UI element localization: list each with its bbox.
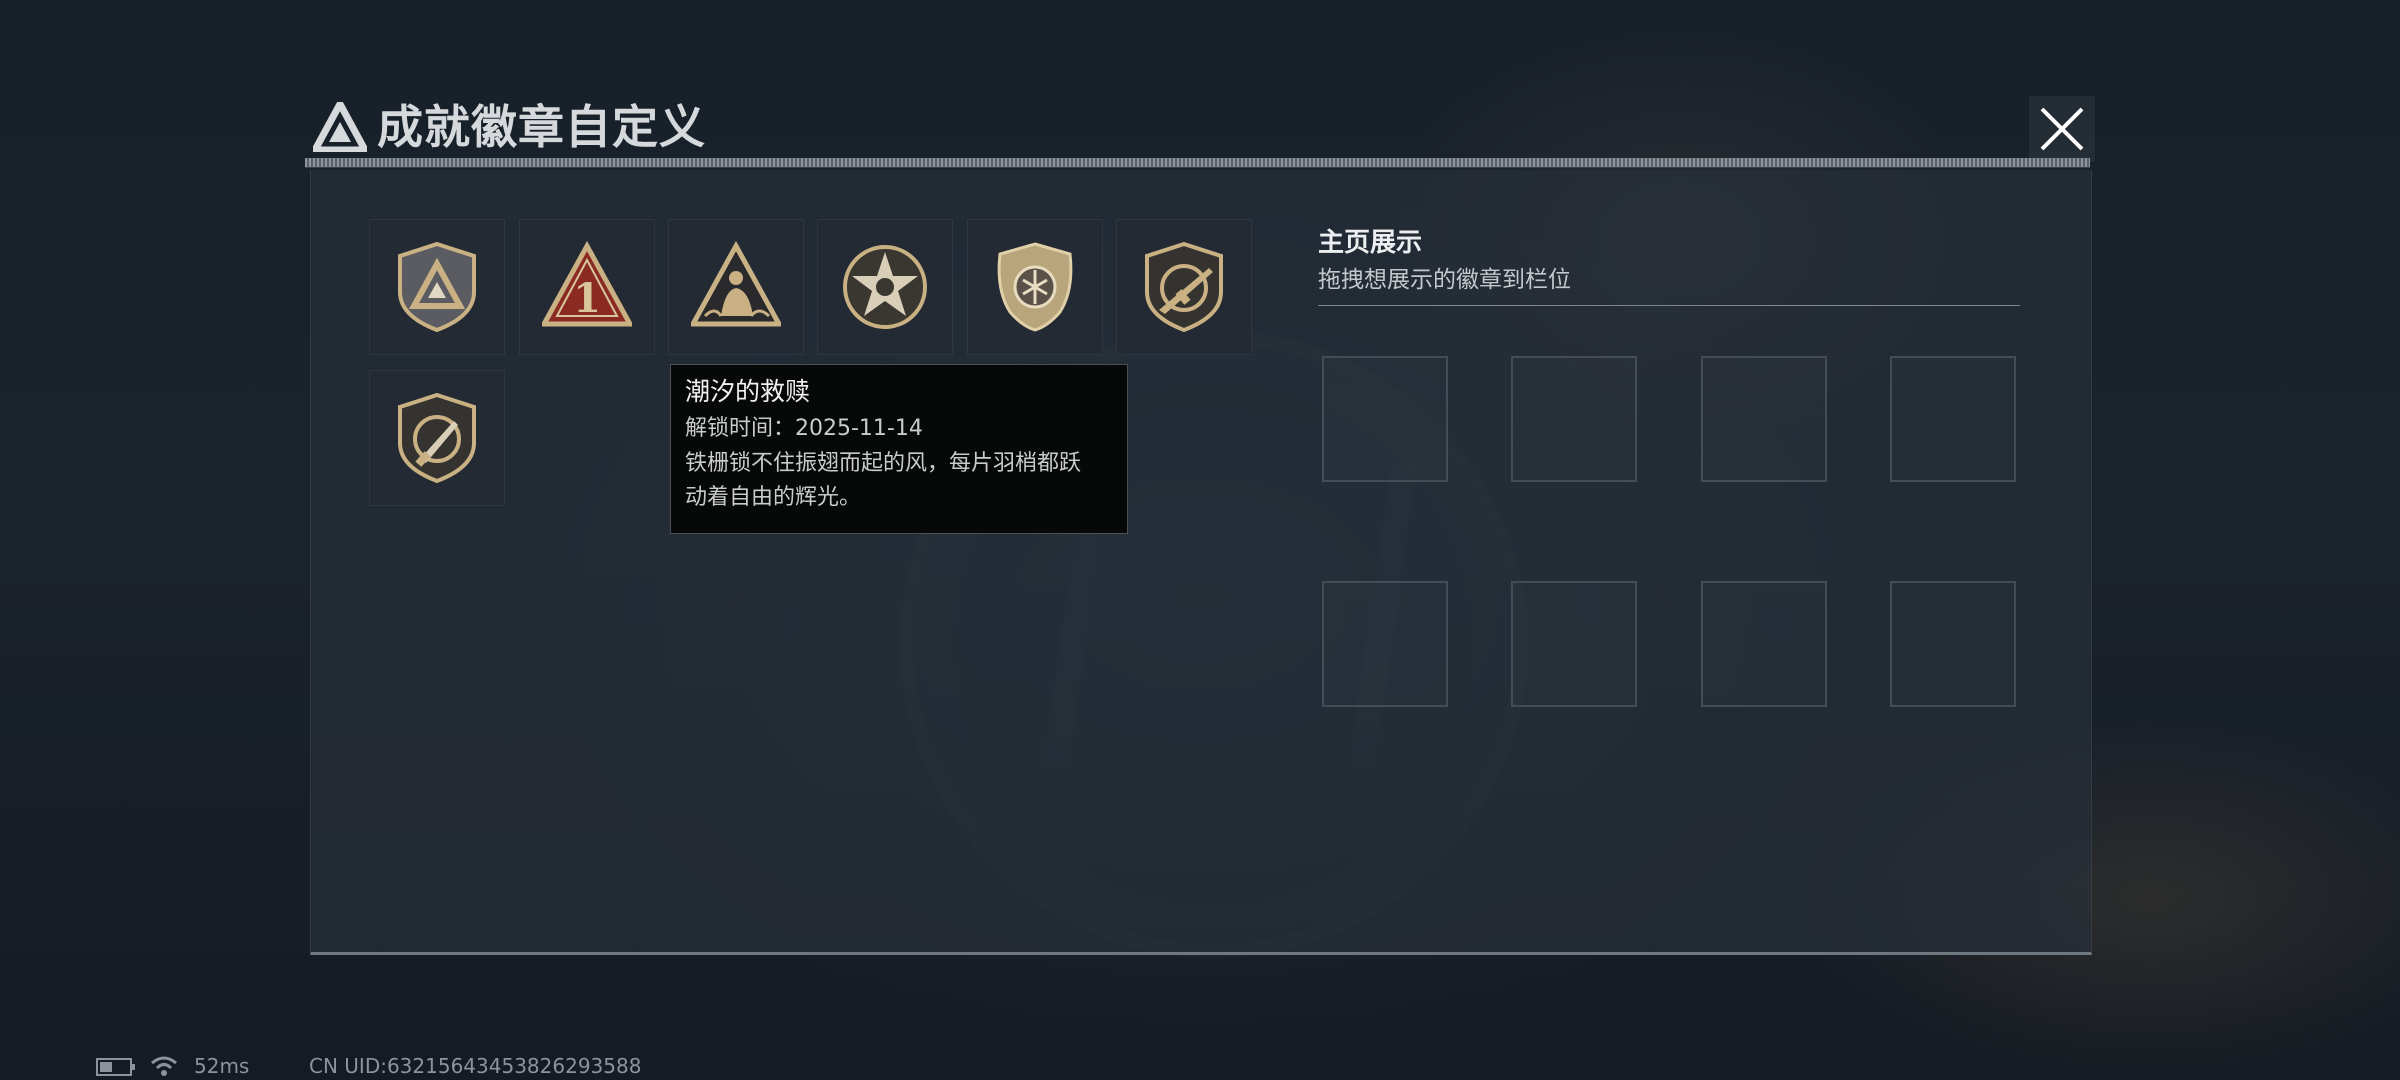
showcase-subtitle: 拖拽想展示的徽章到栏位 [1318, 267, 1571, 293]
wifi-icon [151, 1056, 177, 1076]
rifle-shield-badge-icon [1145, 241, 1223, 333]
tooltip-description-line1: 铁栅锁不住振翅而起的风，每片羽梢都跃 [685, 451, 1082, 476]
badge-item[interactable]: 1 [519, 219, 655, 355]
badge-item[interactable] [369, 219, 505, 355]
svg-text:1: 1 [573, 275, 601, 322]
badge-item[interactable] [369, 370, 505, 506]
close-icon [2040, 107, 2084, 151]
badge-item[interactable] [668, 219, 804, 355]
shield-wing-badge-icon [997, 242, 1073, 332]
dialog-header: 成就徽章自定义 [305, 88, 2095, 166]
showcase-slot[interactable] [1511, 581, 1637, 707]
star-skull-badge-icon [843, 245, 927, 329]
showcase-slot[interactable] [1701, 356, 1827, 482]
showcase-title: 主页展示 [1318, 228, 1423, 258]
showcase-slot[interactable] [1890, 356, 2016, 482]
header-divider [305, 158, 2090, 168]
badge-item[interactable] [967, 219, 1103, 355]
close-button[interactable] [2029, 96, 2095, 162]
ping-value: 52ms [194, 1054, 250, 1078]
knife-shield-badge-icon [398, 392, 476, 484]
badge-item[interactable] [817, 219, 953, 355]
app-root: 成就徽章自定义 1 潮汐的救赎 解锁时间：2025-11-14 铁栅锁不住振翅而… [0, 0, 2400, 1080]
red-triangle-number-one-badge-icon: 1 [542, 240, 632, 327]
showcase-slot[interactable] [1701, 581, 1827, 707]
tooltip-description-line2: 动着自由的辉光。 [685, 485, 862, 510]
triangle-figure-badge-icon [691, 240, 781, 327]
tooltip-unlock-time: 解锁时间：2025-11-14 [685, 416, 923, 441]
badge-item[interactable] [1116, 219, 1252, 355]
triangle-logo-icon [313, 102, 367, 152]
tooltip-badge-name: 潮汐的救赎 [685, 377, 811, 406]
showcase-slot[interactable] [1322, 356, 1448, 482]
showcase-slot[interactable] [1322, 581, 1448, 707]
dialog-title: 成就徽章自定义 [377, 100, 706, 154]
badge-tooltip: 潮汐的救赎 解锁时间：2025-11-14 铁栅锁不住振翅而起的风，每片羽梢都跃… [670, 364, 1128, 534]
showcase-slot[interactable] [1890, 581, 2016, 707]
battery-icon [96, 1058, 135, 1076]
showcase-divider [1318, 305, 2020, 306]
shield-triangle-badge-icon [398, 241, 476, 333]
user-uid: CN UID:63215643453826293588 [309, 1054, 642, 1078]
showcase-slot[interactable] [1511, 356, 1637, 482]
